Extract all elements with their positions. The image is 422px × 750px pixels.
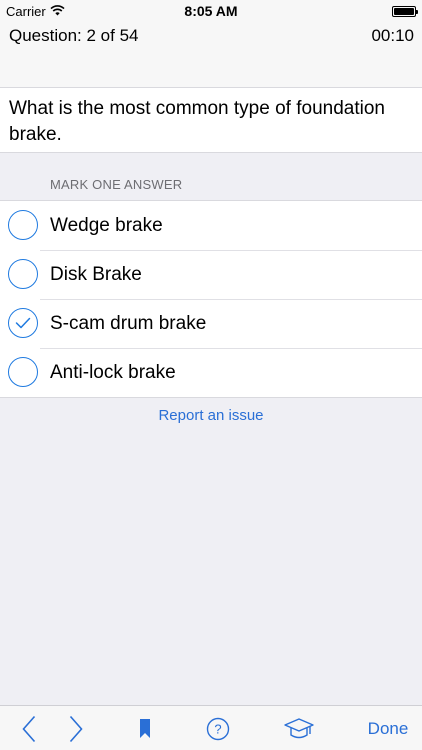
radio-button-checked[interactable] [8,308,38,338]
answer-option-selected[interactable]: S-cam drum brake [0,299,422,348]
status-bar: Carrier 8:05 AM [0,0,422,22]
answers-list: Wedge brake Disk Brake S-cam drum brake … [0,200,422,398]
answer-option[interactable]: Disk Brake [0,250,422,299]
report-issue-link[interactable]: Report an issue [0,407,422,424]
battery-icon [392,5,418,17]
graduation-cap-icon[interactable] [282,706,316,750]
carrier-label: Carrier [6,3,46,19]
wifi-icon [50,4,65,19]
header-spacer [0,50,422,88]
question-text: What is the most common type of foundati… [9,98,385,145]
radio-button[interactable] [8,210,38,240]
bottom-toolbar: ? Done [0,705,422,750]
answer-label: Wedge brake [50,214,163,236]
question-box: What is the most common type of foundati… [0,88,422,153]
radio-button[interactable] [8,259,38,289]
answer-label: S-cam drum brake [50,312,207,334]
answer-option[interactable]: Wedge brake [0,201,422,250]
status-left: Carrier [6,4,65,19]
answer-label: Disk Brake [50,263,142,285]
answer-label: Anti-lock brake [50,361,176,383]
answer-option[interactable]: Anti-lock brake [0,348,422,397]
timer: 00:10 [371,26,414,45]
radio-button[interactable] [8,357,38,387]
bookmark-icon[interactable] [134,706,156,750]
help-icon[interactable]: ? [204,706,232,750]
checkmark-icon [15,317,31,329]
forward-icon[interactable] [63,706,89,750]
done-button[interactable]: Done [360,706,416,750]
back-icon[interactable] [16,706,42,750]
section-label: MARK ONE ANSWER [50,177,183,192]
svg-text:?: ? [214,721,221,736]
quiz-header: Question: 2 of 54 00:10 [0,22,422,50]
question-counter: Question: 2 of 54 [9,26,139,45]
